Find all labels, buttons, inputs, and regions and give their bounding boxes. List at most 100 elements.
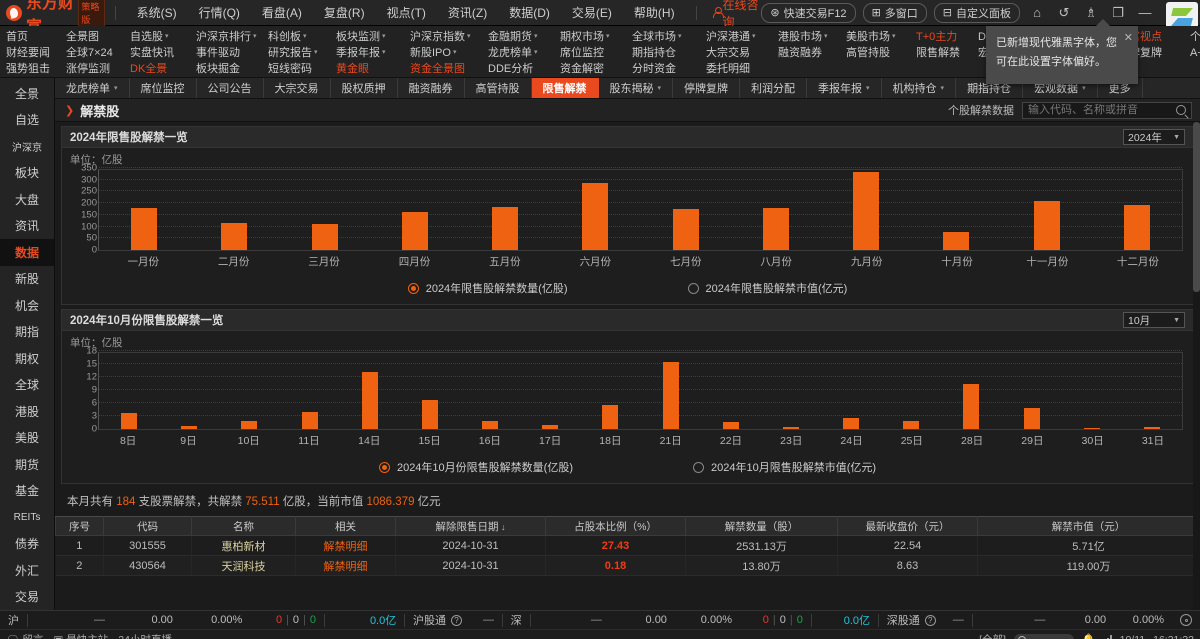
sidebar-item-基金[interactable]: 基金: [0, 478, 54, 505]
nav-涨停监测[interactable]: 涨停监测: [66, 60, 110, 76]
menu-item-6[interactable]: 数据(D): [498, 1, 561, 24]
nav-研究报告[interactable]: 研究报告: [268, 44, 318, 60]
signal-bars-icon[interactable]: [1104, 635, 1112, 639]
notification-bell-icon[interactable]: 🔔: [1082, 633, 1096, 639]
nav-个股风云[interactable]: 个股风云: [1190, 28, 1200, 44]
nav-龙虎榜单[interactable]: 龙虎榜单: [488, 44, 538, 60]
bottom-search-input[interactable]: [1013, 633, 1074, 639]
minimize-window-icon[interactable]: —: [1135, 3, 1155, 23]
bar-22日[interactable]: [722, 422, 739, 429]
tab-公司公告[interactable]: 公司公告: [197, 78, 264, 98]
bar-23日[interactable]: [782, 427, 799, 429]
radio-icon[interactable]: [378, 461, 390, 473]
bar-四月份[interactable]: [401, 211, 428, 250]
nav-科创板[interactable]: 科创板: [268, 28, 307, 44]
nav-季报年报[interactable]: 季报年报: [336, 44, 386, 60]
bar-15日[interactable]: [421, 400, 438, 429]
sidebar-item-期货[interactable]: 期货: [0, 451, 54, 478]
bar-29日[interactable]: [1023, 407, 1040, 429]
radio-icon[interactable]: [407, 282, 419, 294]
sidebar-item-资讯[interactable]: 资讯: [0, 213, 54, 240]
settings-button[interactable]: [1172, 614, 1200, 626]
column-header-7[interactable]: 最新收盘价（元）: [837, 516, 978, 536]
tab-股权质押[interactable]: 股权质押: [331, 78, 398, 98]
scrollbar-thumb[interactable]: [1193, 122, 1200, 292]
sidebar-item-全景[interactable]: 全景: [0, 80, 54, 107]
menu-item-0[interactable]: 系统(S): [126, 1, 188, 24]
bar-8日[interactable]: [121, 412, 138, 429]
tab-停牌复牌[interactable]: 停牌复牌: [673, 78, 741, 98]
bar-21日[interactable]: [662, 362, 679, 429]
month-select[interactable]: 10月 ▼: [1123, 312, 1185, 328]
sidebar-item-自选[interactable]: 自选: [0, 107, 54, 134]
search-icon[interactable]: [1176, 105, 1186, 115]
nav-实盘快讯[interactable]: 实盘快讯: [130, 44, 174, 60]
nav-新股IPO[interactable]: 新股IPO: [410, 44, 456, 60]
bar-十月份[interactable]: [943, 231, 970, 250]
sidebar-item-新股[interactable]: 新股: [0, 266, 54, 293]
nav-委托明细[interactable]: 委托明细: [706, 60, 750, 76]
tab-龙虎榜单[interactable]: 龙虎榜单: [55, 78, 130, 98]
nav-美股市场[interactable]: 美股市场: [846, 28, 896, 44]
message-button[interactable]: 🗨 留言: [6, 632, 43, 639]
nav-金融期货[interactable]: 金融期货: [488, 28, 538, 44]
nav-沪深京排行[interactable]: 沪深京排行: [196, 28, 257, 44]
bar-二月份[interactable]: [221, 223, 248, 250]
nav-板块掘金[interactable]: 板块掘金: [196, 60, 240, 76]
nav-沪深港通[interactable]: 沪深港通: [706, 28, 756, 44]
menu-item-1[interactable]: 行情(Q): [188, 1, 251, 24]
column-header-2[interactable]: 名称: [191, 516, 296, 536]
tab-季报年报[interactable]: 季报年报: [807, 78, 882, 98]
column-header-0[interactable]: 序号: [55, 516, 104, 536]
bar-25日[interactable]: [903, 420, 920, 429]
radio-icon[interactable]: [693, 461, 704, 473]
column-header-5[interactable]: 占股本比例（%）: [545, 516, 686, 536]
nav-T+0主力[interactable]: T+0主力: [916, 28, 957, 44]
nav-强势狙击[interactable]: 强势狙击: [6, 60, 50, 76]
bar-16日[interactable]: [482, 420, 499, 429]
tab-股东揭秘[interactable]: 股东揭秘: [599, 78, 674, 98]
menu-item-2[interactable]: 看盘(A): [251, 1, 313, 24]
tab-大宗交易[interactable]: 大宗交易: [264, 78, 331, 98]
nav-财经要闻[interactable]: 财经要闻: [6, 44, 50, 60]
bar-六月份[interactable]: [582, 182, 609, 250]
sidebar-item-期指[interactable]: 期指: [0, 319, 54, 346]
restore-window-icon[interactable]: ❐: [1108, 3, 1128, 23]
tab-高管持股[interactable]: 高管持股: [465, 78, 532, 98]
tooltip-close-icon[interactable]: ✕: [1124, 29, 1133, 48]
nav-沪深京指数[interactable]: 沪深京指数: [410, 28, 471, 44]
bar-十二月份[interactable]: [1123, 204, 1150, 250]
bar-9日[interactable]: [181, 425, 198, 429]
stock-search-box[interactable]: [1022, 101, 1192, 119]
sh-connect-block[interactable]: 沪股通 ? —: [405, 612, 502, 628]
tab-融资融券[interactable]: 融资融券: [398, 78, 465, 98]
menu-item-5[interactable]: 资讯(Z): [437, 1, 498, 24]
sidebar-item-美股[interactable]: 美股: [0, 425, 54, 452]
menu-item-7[interactable]: 交易(E): [561, 1, 623, 24]
table-row[interactable]: 2 430564 天润科技 解禁明细 2024-10-31 0.18 13.80万 8.63 1…: [55, 555, 1200, 576]
home-icon[interactable]: ⌂: [1027, 3, 1047, 23]
bar-九月份[interactable]: [853, 172, 880, 250]
nav-首页[interactable]: 首页: [6, 28, 28, 44]
help-icon[interactable]: ?: [450, 614, 462, 626]
legend-option-0[interactable]: 2024年限售股解禁数量(亿股): [407, 280, 568, 296]
nav-短线密码[interactable]: 短线密码: [268, 60, 312, 76]
column-header-1[interactable]: 代码: [103, 516, 192, 536]
sz-connect-block[interactable]: 深股通 ? —: [879, 612, 972, 628]
quick-trade-button[interactable]: ⊛ 快速交易F12: [761, 2, 856, 23]
nav-港股市场[interactable]: 港股市场: [778, 28, 828, 44]
nav-全球市场[interactable]: 全球市场: [632, 28, 682, 44]
nav-A+B比价[interactable]: A+B比价: [1190, 44, 1200, 60]
radio-icon[interactable]: [687, 282, 699, 294]
nav-黄金眼[interactable]: 黄金眼: [336, 60, 369, 76]
nav-DDE分析[interactable]: DDE分析: [488, 60, 533, 76]
bar-八月份[interactable]: [762, 208, 789, 250]
sidebar-item-交易[interactable]: 交易: [0, 584, 54, 611]
bar-11日[interactable]: [301, 411, 318, 429]
sidebar-item-大盘[interactable]: 大盘: [0, 186, 54, 213]
menu-item-8[interactable]: 帮助(H): [623, 1, 686, 24]
nav-大宗交易[interactable]: 大宗交易: [706, 44, 750, 60]
search-input[interactable]: [1028, 104, 1172, 116]
fastest-server-button[interactable]: ▣ 最快主站: [53, 632, 108, 639]
live-stream-link[interactable]: 24小时直播: [118, 632, 172, 639]
